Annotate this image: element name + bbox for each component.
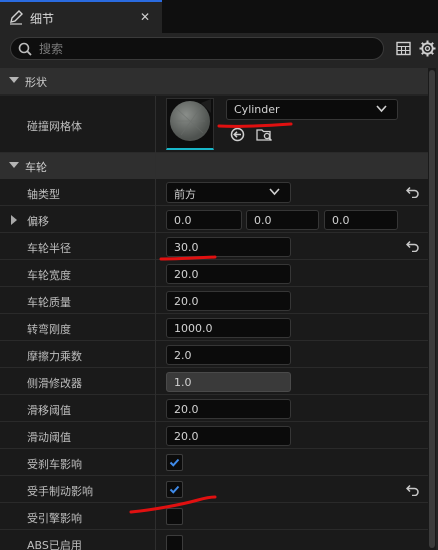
browse-arrow-icon[interactable] [230, 127, 245, 142]
category-shape[interactable]: 形状 [0, 68, 428, 94]
friction-multiplier-field[interactable]: 2.0 [166, 345, 291, 365]
column-divider[interactable] [155, 96, 156, 550]
row-label: 车轮半径 [27, 242, 71, 255]
row-label: 车轮宽度 [27, 269, 71, 282]
row-label: 偏移 [27, 215, 49, 228]
mesh-thumbnail[interactable] [166, 98, 214, 150]
category-label: 形状 [25, 76, 47, 89]
row-abs-enabled: ABS已启用 [0, 530, 428, 550]
slip-threshold-field[interactable]: 20.0 [166, 399, 291, 419]
row-label: 受手制动影响 [27, 485, 93, 498]
row-affected-by-brake: 受刹车影响 [0, 449, 428, 476]
affected-by-brake-checkbox[interactable] [166, 454, 183, 471]
checkmark-icon [169, 485, 180, 494]
row-label: 侧滑修改器 [27, 377, 82, 390]
skid-threshold-field[interactable]: 20.0 [166, 426, 291, 446]
mesh-dropdown[interactable]: Cylinder [226, 99, 398, 120]
axle-type-dropdown[interactable]: 前方 [166, 182, 291, 203]
table-icon[interactable] [396, 41, 411, 56]
gear-icon[interactable] [418, 39, 437, 58]
close-icon[interactable]: ✕ [140, 10, 150, 24]
reset-arrow-icon[interactable] [406, 186, 420, 198]
tab-bar: 细节 ✕ [0, 0, 438, 33]
scrollbar[interactable] [428, 68, 436, 550]
offset-y-field[interactable]: 0.0 [246, 210, 319, 230]
row-label: 摩擦力乘数 [27, 350, 82, 363]
checkmark-icon [169, 458, 180, 467]
search-icon [18, 42, 32, 56]
row-label: 受引擎影响 [27, 512, 82, 525]
scrollbar-thumb[interactable] [429, 70, 435, 548]
row-label: ABS已启用 [27, 539, 82, 550]
collapse-arrow-icon[interactable] [9, 77, 19, 83]
tab-details[interactable]: 细节 ✕ [0, 0, 162, 33]
wheel-width-field[interactable]: 20.0 [166, 264, 291, 284]
chevron-down-icon [269, 188, 280, 196]
cylinder-thumbnail-icon [170, 99, 211, 141]
search-box[interactable] [10, 37, 384, 60]
row-label: 滑移阈值 [27, 404, 71, 417]
side-slip-modifier-slider[interactable]: 1.0 [166, 372, 291, 392]
wheel-mass-field[interactable]: 20.0 [166, 291, 291, 311]
expand-arrow-icon[interactable] [11, 215, 17, 225]
reset-arrow-icon[interactable] [406, 484, 420, 496]
tab-title: 细节 [30, 12, 55, 26]
search-input[interactable] [39, 40, 369, 57]
row-label: 滑动阈值 [27, 431, 71, 444]
abs-enabled-checkbox[interactable] [166, 535, 183, 550]
row-label: 转弯刚度 [27, 323, 71, 336]
mesh-dropdown-value: Cylinder [234, 103, 280, 116]
pencil-icon [10, 10, 23, 25]
row-affected-by-engine: 受引擎影响 [0, 503, 428, 530]
affected-by-engine-checkbox[interactable] [166, 508, 183, 525]
chevron-down-icon [376, 105, 387, 113]
collapse-arrow-icon[interactable] [9, 162, 19, 168]
axle-type-value: 前方 [174, 188, 196, 201]
row-label: 碰撞网格体 [27, 120, 82, 133]
offset-z-field[interactable]: 0.0 [324, 210, 398, 230]
category-wheel[interactable]: 车轮 [0, 153, 428, 179]
row-affected-by-handbrake: 受手制动影响 [0, 476, 428, 503]
find-in-browser-icon[interactable] [256, 127, 273, 142]
row-label: 受刹车影响 [27, 458, 82, 471]
row-label: 车轮质量 [27, 296, 71, 309]
reset-arrow-icon[interactable] [406, 240, 420, 252]
offset-x-field[interactable]: 0.0 [166, 210, 242, 230]
wheel-radius-field[interactable]: 30.0 [166, 237, 291, 257]
cornering-stiffness-field[interactable]: 1000.0 [166, 318, 291, 338]
category-label: 车轮 [25, 161, 47, 174]
row-label: 轴类型 [27, 188, 60, 201]
affected-by-handbrake-checkbox[interactable] [166, 481, 183, 498]
search-row [0, 33, 438, 64]
